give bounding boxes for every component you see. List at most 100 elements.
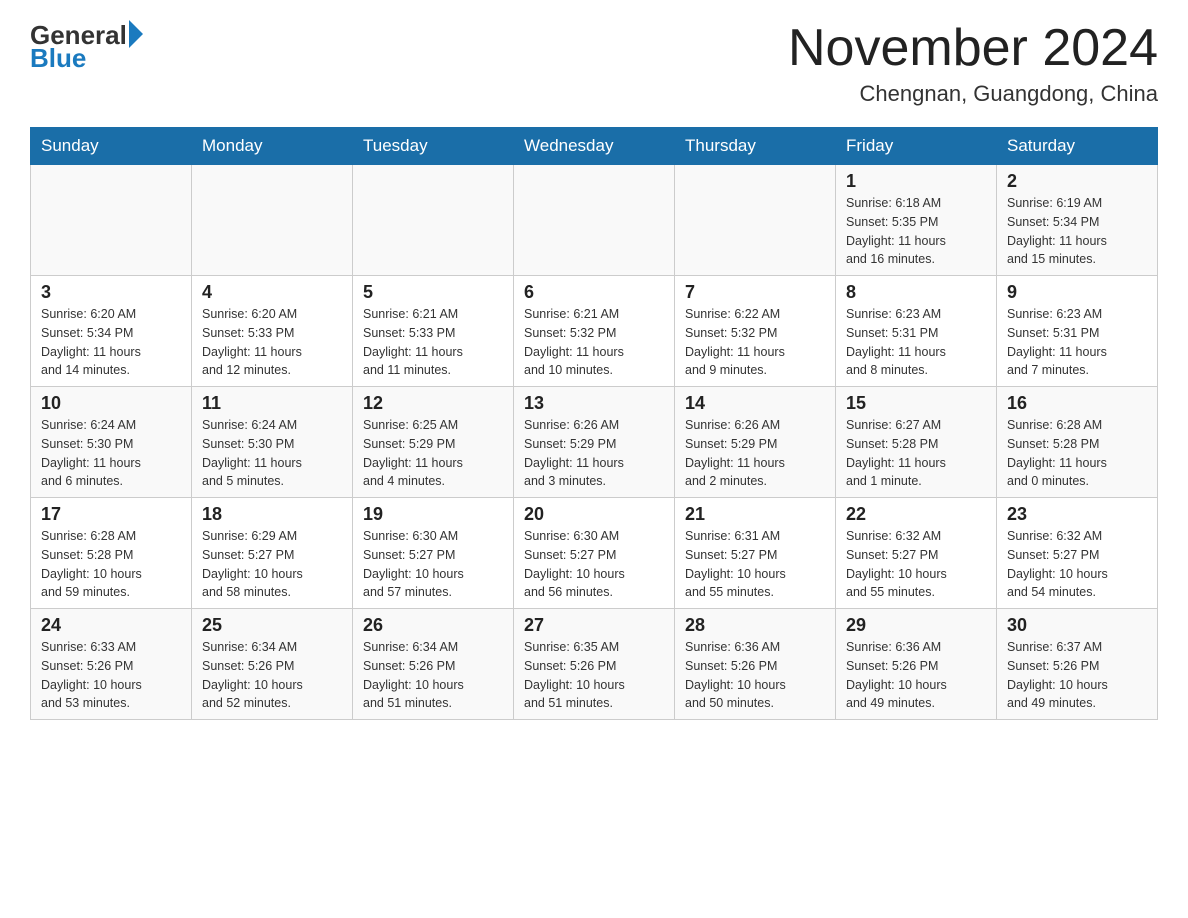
- day-info: Sunrise: 6:21 AM Sunset: 5:33 PM Dayligh…: [363, 305, 503, 380]
- day-number: 28: [685, 615, 825, 636]
- day-info: Sunrise: 6:24 AM Sunset: 5:30 PM Dayligh…: [202, 416, 342, 491]
- day-info: Sunrise: 6:27 AM Sunset: 5:28 PM Dayligh…: [846, 416, 986, 491]
- table-row: 25Sunrise: 6:34 AM Sunset: 5:26 PM Dayli…: [192, 609, 353, 720]
- table-row: 15Sunrise: 6:27 AM Sunset: 5:28 PM Dayli…: [836, 387, 997, 498]
- day-info: Sunrise: 6:28 AM Sunset: 5:28 PM Dayligh…: [1007, 416, 1147, 491]
- day-info: Sunrise: 6:32 AM Sunset: 5:27 PM Dayligh…: [1007, 527, 1147, 602]
- table-row: 10Sunrise: 6:24 AM Sunset: 5:30 PM Dayli…: [31, 387, 192, 498]
- table-row: 2Sunrise: 6:19 AM Sunset: 5:34 PM Daylig…: [997, 165, 1158, 276]
- day-number: 27: [524, 615, 664, 636]
- table-row: 28Sunrise: 6:36 AM Sunset: 5:26 PM Dayli…: [675, 609, 836, 720]
- logo: General Blue: [30, 20, 143, 74]
- table-row: 17Sunrise: 6:28 AM Sunset: 5:28 PM Dayli…: [31, 498, 192, 609]
- day-number: 23: [1007, 504, 1147, 525]
- day-number: 18: [202, 504, 342, 525]
- week-row-1: 1Sunrise: 6:18 AM Sunset: 5:35 PM Daylig…: [31, 165, 1158, 276]
- day-number: 4: [202, 282, 342, 303]
- day-number: 22: [846, 504, 986, 525]
- calendar-table: Sunday Monday Tuesday Wednesday Thursday…: [30, 127, 1158, 720]
- table-row: 30Sunrise: 6:37 AM Sunset: 5:26 PM Dayli…: [997, 609, 1158, 720]
- header-tuesday: Tuesday: [353, 128, 514, 165]
- location-title: Chengnan, Guangdong, China: [788, 81, 1158, 107]
- day-info: Sunrise: 6:30 AM Sunset: 5:27 PM Dayligh…: [524, 527, 664, 602]
- table-row: 5Sunrise: 6:21 AM Sunset: 5:33 PM Daylig…: [353, 276, 514, 387]
- day-info: Sunrise: 6:18 AM Sunset: 5:35 PM Dayligh…: [846, 194, 986, 269]
- logo-blue-text: Blue: [30, 43, 143, 74]
- day-number: 12: [363, 393, 503, 414]
- day-number: 26: [363, 615, 503, 636]
- day-info: Sunrise: 6:34 AM Sunset: 5:26 PM Dayligh…: [363, 638, 503, 713]
- table-row: 16Sunrise: 6:28 AM Sunset: 5:28 PM Dayli…: [997, 387, 1158, 498]
- weekday-header-row: Sunday Monday Tuesday Wednesday Thursday…: [31, 128, 1158, 165]
- table-row: 1Sunrise: 6:18 AM Sunset: 5:35 PM Daylig…: [836, 165, 997, 276]
- day-number: 5: [363, 282, 503, 303]
- day-info: Sunrise: 6:26 AM Sunset: 5:29 PM Dayligh…: [524, 416, 664, 491]
- day-number: 6: [524, 282, 664, 303]
- day-number: 30: [1007, 615, 1147, 636]
- table-row: 24Sunrise: 6:33 AM Sunset: 5:26 PM Dayli…: [31, 609, 192, 720]
- title-area: November 2024 Chengnan, Guangdong, China: [788, 20, 1158, 107]
- day-info: Sunrise: 6:20 AM Sunset: 5:34 PM Dayligh…: [41, 305, 181, 380]
- table-row: 6Sunrise: 6:21 AM Sunset: 5:32 PM Daylig…: [514, 276, 675, 387]
- day-number: 20: [524, 504, 664, 525]
- table-row: 22Sunrise: 6:32 AM Sunset: 5:27 PM Dayli…: [836, 498, 997, 609]
- week-row-5: 24Sunrise: 6:33 AM Sunset: 5:26 PM Dayli…: [31, 609, 1158, 720]
- day-number: 2: [1007, 171, 1147, 192]
- day-number: 10: [41, 393, 181, 414]
- day-number: 11: [202, 393, 342, 414]
- day-number: 29: [846, 615, 986, 636]
- table-row: [353, 165, 514, 276]
- day-info: Sunrise: 6:34 AM Sunset: 5:26 PM Dayligh…: [202, 638, 342, 713]
- day-number: 24: [41, 615, 181, 636]
- week-row-4: 17Sunrise: 6:28 AM Sunset: 5:28 PM Dayli…: [31, 498, 1158, 609]
- day-number: 16: [1007, 393, 1147, 414]
- table-row: 3Sunrise: 6:20 AM Sunset: 5:34 PM Daylig…: [31, 276, 192, 387]
- day-number: 13: [524, 393, 664, 414]
- day-number: 14: [685, 393, 825, 414]
- week-row-2: 3Sunrise: 6:20 AM Sunset: 5:34 PM Daylig…: [31, 276, 1158, 387]
- day-info: Sunrise: 6:35 AM Sunset: 5:26 PM Dayligh…: [524, 638, 664, 713]
- day-info: Sunrise: 6:21 AM Sunset: 5:32 PM Dayligh…: [524, 305, 664, 380]
- table-row: 27Sunrise: 6:35 AM Sunset: 5:26 PM Dayli…: [514, 609, 675, 720]
- table-row: 29Sunrise: 6:36 AM Sunset: 5:26 PM Dayli…: [836, 609, 997, 720]
- table-row: 13Sunrise: 6:26 AM Sunset: 5:29 PM Dayli…: [514, 387, 675, 498]
- day-number: 8: [846, 282, 986, 303]
- day-info: Sunrise: 6:26 AM Sunset: 5:29 PM Dayligh…: [685, 416, 825, 491]
- day-info: Sunrise: 6:23 AM Sunset: 5:31 PM Dayligh…: [846, 305, 986, 380]
- week-row-3: 10Sunrise: 6:24 AM Sunset: 5:30 PM Dayli…: [31, 387, 1158, 498]
- table-row: [514, 165, 675, 276]
- table-row: 4Sunrise: 6:20 AM Sunset: 5:33 PM Daylig…: [192, 276, 353, 387]
- day-number: 7: [685, 282, 825, 303]
- day-info: Sunrise: 6:33 AM Sunset: 5:26 PM Dayligh…: [41, 638, 181, 713]
- day-number: 17: [41, 504, 181, 525]
- day-info: Sunrise: 6:31 AM Sunset: 5:27 PM Dayligh…: [685, 527, 825, 602]
- month-title: November 2024: [788, 20, 1158, 77]
- day-number: 25: [202, 615, 342, 636]
- day-number: 15: [846, 393, 986, 414]
- table-row: 21Sunrise: 6:31 AM Sunset: 5:27 PM Dayli…: [675, 498, 836, 609]
- table-row: 26Sunrise: 6:34 AM Sunset: 5:26 PM Dayli…: [353, 609, 514, 720]
- table-row: 9Sunrise: 6:23 AM Sunset: 5:31 PM Daylig…: [997, 276, 1158, 387]
- header-wednesday: Wednesday: [514, 128, 675, 165]
- day-number: 21: [685, 504, 825, 525]
- day-info: Sunrise: 6:28 AM Sunset: 5:28 PM Dayligh…: [41, 527, 181, 602]
- day-info: Sunrise: 6:30 AM Sunset: 5:27 PM Dayligh…: [363, 527, 503, 602]
- table-row: [675, 165, 836, 276]
- day-info: Sunrise: 6:25 AM Sunset: 5:29 PM Dayligh…: [363, 416, 503, 491]
- header-friday: Friday: [836, 128, 997, 165]
- header-sunday: Sunday: [31, 128, 192, 165]
- table-row: 19Sunrise: 6:30 AM Sunset: 5:27 PM Dayli…: [353, 498, 514, 609]
- day-info: Sunrise: 6:22 AM Sunset: 5:32 PM Dayligh…: [685, 305, 825, 380]
- day-number: 1: [846, 171, 986, 192]
- table-row: 18Sunrise: 6:29 AM Sunset: 5:27 PM Dayli…: [192, 498, 353, 609]
- day-number: 3: [41, 282, 181, 303]
- page-header: General Blue November 2024 Chengnan, Gua…: [30, 20, 1158, 107]
- table-row: 7Sunrise: 6:22 AM Sunset: 5:32 PM Daylig…: [675, 276, 836, 387]
- day-info: Sunrise: 6:23 AM Sunset: 5:31 PM Dayligh…: [1007, 305, 1147, 380]
- day-info: Sunrise: 6:24 AM Sunset: 5:30 PM Dayligh…: [41, 416, 181, 491]
- day-number: 19: [363, 504, 503, 525]
- table-row: 11Sunrise: 6:24 AM Sunset: 5:30 PM Dayli…: [192, 387, 353, 498]
- table-row: [192, 165, 353, 276]
- table-row: 12Sunrise: 6:25 AM Sunset: 5:29 PM Dayli…: [353, 387, 514, 498]
- header-saturday: Saturday: [997, 128, 1158, 165]
